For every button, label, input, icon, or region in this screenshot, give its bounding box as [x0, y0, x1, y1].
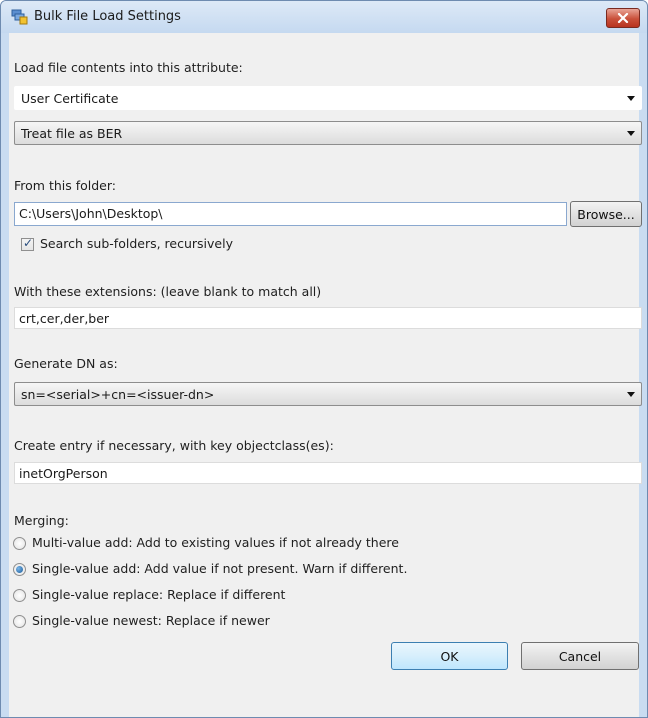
- title-bar[interactable]: Bulk File Load Settings: [1, 1, 647, 33]
- radio-dot-icon: [16, 566, 23, 573]
- merge-single-newest-label[interactable]: Single-value newest: Replace if newer: [32, 613, 270, 628]
- merge-multi-add-radio[interactable]: [13, 537, 26, 550]
- objectclass-input-wrap[interactable]: [14, 462, 642, 484]
- app-icon: [11, 9, 29, 25]
- chevron-down-icon: [627, 96, 635, 101]
- merge-single-replace-radio[interactable]: [13, 589, 26, 602]
- recursive-label[interactable]: Search sub-folders, recursively: [40, 236, 233, 251]
- checkmark-icon: ✓: [23, 236, 34, 250]
- dialog-window: Bulk File Load Settings Load file conten…: [0, 0, 648, 718]
- chevron-down-icon: [627, 131, 635, 136]
- attribute-select[interactable]: User Certificate: [14, 86, 642, 110]
- dialog-content: Load file contents into this attribute: …: [9, 33, 642, 717]
- merge-single-replace-label[interactable]: Single-value replace: Replace if differe…: [32, 587, 285, 602]
- close-button[interactable]: [606, 8, 640, 28]
- window-title: Bulk File Load Settings: [34, 9, 181, 24]
- attribute-label: Load file contents into this attribute:: [14, 60, 243, 75]
- chevron-down-icon: [627, 392, 635, 397]
- treat-as-select[interactable]: Treat file as BER: [14, 121, 642, 145]
- objectclass-label: Create entry if necessary, with key obje…: [14, 438, 334, 453]
- close-icon: [617, 11, 629, 26]
- cancel-button[interactable]: Cancel: [521, 642, 639, 670]
- dn-select[interactable]: sn=<serial>+cn=<issuer-dn>: [14, 382, 642, 406]
- extensions-input[interactable]: [19, 310, 637, 327]
- dn-label: Generate DN as:: [14, 356, 118, 371]
- merge-single-add-radio[interactable]: [13, 563, 26, 576]
- dn-select-value: sn=<serial>+cn=<issuer-dn>: [21, 387, 215, 402]
- merge-single-newest-radio[interactable]: [13, 615, 26, 628]
- merging-label: Merging:: [14, 513, 69, 528]
- folder-input[interactable]: [19, 205, 562, 222]
- recursive-checkbox[interactable]: ✓: [21, 236, 34, 251]
- browse-button[interactable]: Browse...: [570, 201, 642, 227]
- attribute-select-value: User Certificate: [21, 91, 119, 106]
- merge-multi-add-label[interactable]: Multi-value add: Add to existing values …: [32, 535, 399, 550]
- ok-button[interactable]: OK: [391, 642, 508, 670]
- extensions-label: With these extensions: (leave blank to m…: [14, 284, 322, 299]
- folder-input-wrap[interactable]: [14, 202, 567, 226]
- treat-as-select-value: Treat file as BER: [21, 126, 123, 141]
- merge-single-add-label[interactable]: Single-value add: Add value if not prese…: [32, 561, 407, 576]
- extensions-input-wrap[interactable]: [14, 307, 642, 329]
- folder-label: From this folder:: [14, 178, 117, 193]
- objectclass-input[interactable]: [19, 465, 637, 482]
